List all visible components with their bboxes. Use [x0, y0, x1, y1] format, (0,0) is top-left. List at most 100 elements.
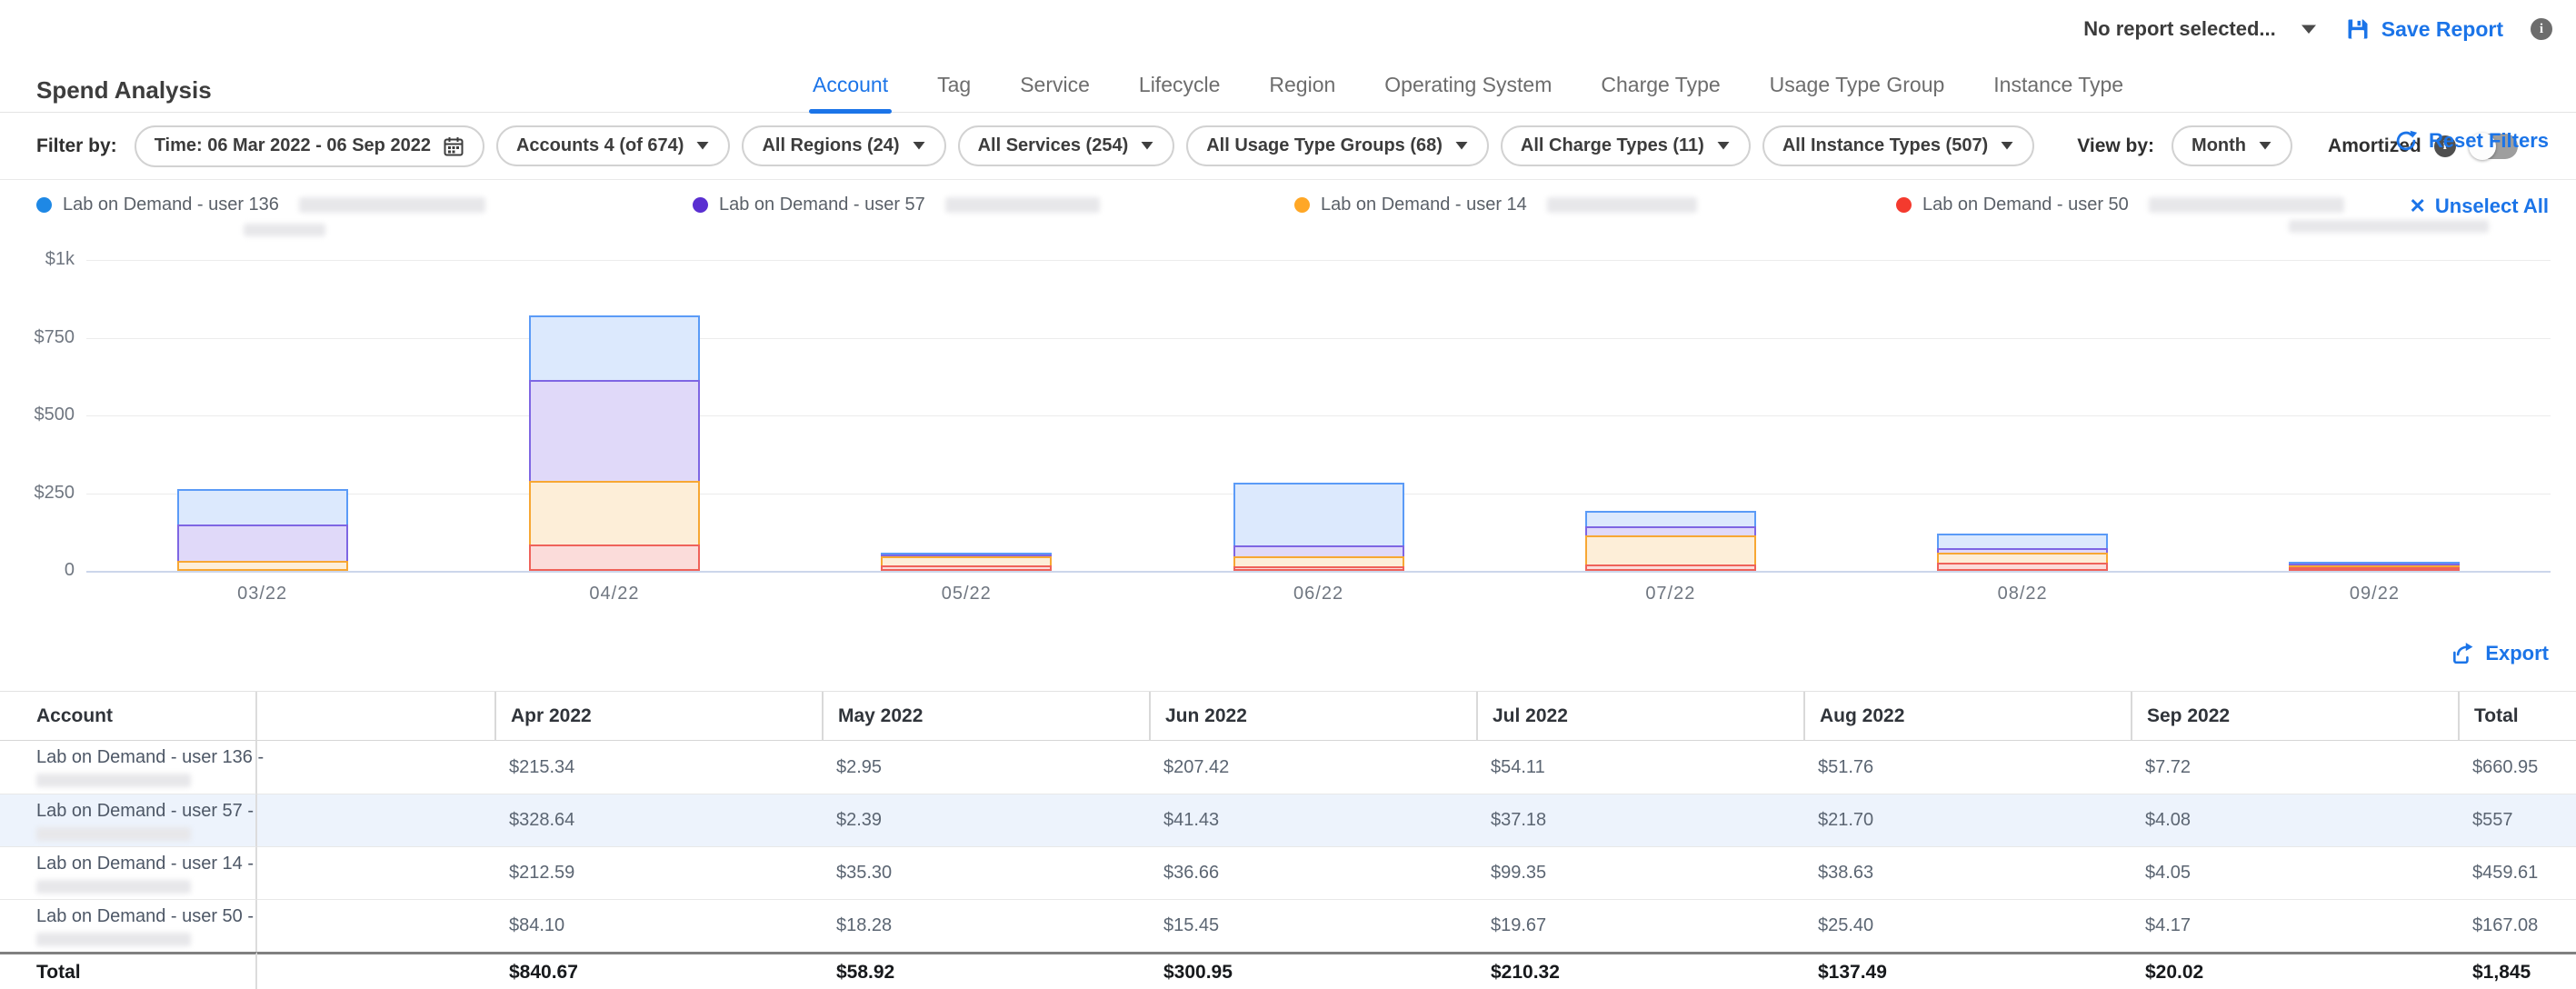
tab-usage-type-group[interactable]: Usage Type Group	[1766, 73, 1949, 112]
value-cell: $215.34	[494, 741, 822, 794]
filter-pill-label: All Usage Type Groups (68)	[1206, 135, 1443, 156]
total-value-cell: $1,845	[2458, 952, 2576, 989]
table-header-sep-2022: Sep 2022	[2131, 692, 2458, 741]
redacted-text	[945, 197, 1100, 213]
tab-service[interactable]: Service	[1016, 73, 1093, 112]
bar-segment-03-22-lab-on-demand-user-136[interactable]	[177, 489, 348, 527]
calendar-icon	[443, 135, 464, 157]
legend-item-lab-on-demand-user-50[interactable]: Lab on Demand - user 50	[1896, 195, 2344, 215]
value-cell: $19.67	[1476, 899, 1803, 952]
y-axis-tick-label: $1k	[0, 249, 75, 270]
bar-segment-03-22-lab-on-demand-user-14[interactable]	[177, 561, 348, 571]
total-value-cell	[257, 952, 494, 989]
account-cell: Lab on Demand - user 136 -	[0, 741, 257, 794]
chevron-down-icon	[2258, 141, 2272, 151]
bar-segment-09-22-lab-on-demand-user-50[interactable]	[2289, 567, 2460, 571]
chevron-down-icon	[1716, 141, 1731, 151]
time-filter-pill[interactable]: Time: 06 Mar 2022 - 06 Sep 2022	[135, 125, 484, 167]
tab-operating-system[interactable]: Operating System	[1381, 73, 1555, 112]
filter-pill-accounts-4[interactable]: Accounts 4 (of 674)	[496, 125, 730, 166]
filter-pill-all-instance-types[interactable]: All Instance Types (507)	[1762, 125, 2034, 166]
reset-filters-label: Reset Filters	[2429, 129, 2549, 153]
bar-09-22	[2289, 562, 2460, 571]
bar-segment-04-22-lab-on-demand-user-50[interactable]	[529, 544, 700, 571]
tab-region[interactable]: Region	[1265, 73, 1339, 112]
table-header-total: Total	[2458, 692, 2576, 741]
account-name: Lab on Demand - user 14 -	[36, 854, 254, 874]
tab-tag[interactable]: Tag	[934, 73, 974, 112]
export-icon	[2451, 642, 2474, 665]
reset-filters-button[interactable]: Reset Filters	[2394, 129, 2549, 153]
value-cell: $99.35	[1476, 846, 1803, 899]
bar-segment-06-22-lab-on-demand-user-50[interactable]	[1233, 566, 1404, 571]
y-axis-tick-label: $500	[0, 405, 75, 425]
total-label-cell: Total	[0, 952, 257, 989]
table-header-aug-2022: Aug 2022	[1803, 692, 2131, 741]
bar-segment-04-22-lab-on-demand-user-57[interactable]	[529, 380, 700, 482]
value-cell: $4.17	[2131, 899, 2458, 952]
filter-pill-label: All Charge Types (11)	[1521, 135, 1704, 156]
redacted-text	[36, 774, 191, 787]
bar-segment-06-22-lab-on-demand-user-136[interactable]	[1233, 483, 1404, 547]
legend-item-lab-on-demand-user-136[interactable]: Lab on Demand - user 136	[36, 195, 485, 215]
time-filter-value: Time: 06 Mar 2022 - 06 Sep 2022	[155, 135, 431, 156]
value-cell	[257, 899, 494, 952]
table-header-jul-2022: Jul 2022	[1476, 692, 1803, 741]
unselect-all-button[interactable]: ✕ Unselect All	[2409, 195, 2549, 218]
bar-segment-04-22-lab-on-demand-user-14[interactable]	[529, 481, 700, 547]
value-cell: $212.59	[494, 846, 822, 899]
legend-item-lab-on-demand-user-57[interactable]: Lab on Demand - user 57	[693, 195, 1100, 215]
filter-pill-all-usage-type-groups[interactable]: All Usage Type Groups (68)	[1186, 125, 1489, 166]
tab-instance-type[interactable]: Instance Type	[1990, 73, 2127, 112]
page-title: Spend Analysis	[36, 76, 212, 105]
chevron-down-icon	[1454, 141, 1469, 151]
table-header-may-2022: May 2022	[822, 692, 1149, 741]
bar-segment-03-22-lab-on-demand-user-57[interactable]	[177, 524, 348, 563]
table-header-spacer	[257, 692, 494, 741]
tab-lifecycle[interactable]: Lifecycle	[1135, 73, 1223, 112]
filter-pill-label: All Instance Types (507)	[1782, 135, 1988, 156]
redacted-text	[2289, 220, 2489, 233]
view-by-dropdown[interactable]: Month	[2172, 125, 2292, 166]
x-axis-tick-label: 08/22	[1959, 584, 2086, 604]
value-cell: $38.63	[1803, 846, 2131, 899]
legend-item-lab-on-demand-user-14[interactable]: Lab on Demand - user 14	[1294, 195, 1697, 215]
spend-chart: $1k$750$500$250003/2204/2205/2206/2207/2…	[0, 244, 2576, 634]
bar-segment-05-22-lab-on-demand-user-50[interactable]	[881, 565, 1052, 571]
redacted-text	[36, 880, 191, 894]
value-cell: $7.72	[2131, 741, 2458, 794]
refresh-icon	[2394, 129, 2418, 153]
total-value-cell: $210.32	[1476, 952, 1803, 989]
value-cell: $459.61	[2458, 846, 2576, 899]
bar-segment-04-22-lab-on-demand-user-136[interactable]	[529, 315, 700, 383]
value-cell: $15.45	[1149, 899, 1476, 952]
redacted-text	[36, 933, 191, 946]
filter-pill-all-regions[interactable]: All Regions (24)	[742, 125, 945, 166]
filter-pill-all-charge-types[interactable]: All Charge Types (11)	[1501, 125, 1751, 166]
filter-pill-all-services[interactable]: All Services (254)	[958, 125, 1175, 166]
redacted-text	[244, 224, 325, 236]
bar-06-22	[1233, 483, 1404, 571]
tab-charge-type[interactable]: Charge Type	[1597, 73, 1723, 112]
x-axis-tick-label: 05/22	[903, 584, 1030, 604]
y-axis-tick-label: $250	[0, 483, 75, 504]
legend-label: Lab on Demand - user 50	[1922, 195, 2129, 215]
chevron-down-icon	[2000, 141, 2014, 151]
bar-segment-08-22-lab-on-demand-user-50[interactable]	[1937, 563, 2108, 571]
bar-segment-07-22-lab-on-demand-user-14[interactable]	[1585, 535, 1756, 566]
value-cell: $37.18	[1476, 794, 1803, 846]
redacted-text	[36, 827, 191, 841]
x-axis-tick-label: 06/22	[1255, 584, 1383, 604]
account-cell: Lab on Demand - user 50 -	[0, 899, 257, 952]
tab-account[interactable]: Account	[809, 73, 892, 112]
total-value-cell: $840.67	[494, 952, 822, 989]
spend-analysis-app: No report selected... Save Report i Spen…	[0, 0, 2576, 989]
x-axis-tick-label: 03/22	[199, 584, 326, 604]
bar-segment-07-22-lab-on-demand-user-50[interactable]	[1585, 564, 1756, 571]
value-cell: $167.08	[2458, 899, 2576, 952]
x-axis-tick-label: 07/22	[1607, 584, 1734, 604]
export-button[interactable]: Export	[2451, 642, 2549, 665]
value-cell	[257, 794, 494, 846]
legend-dot-icon	[1896, 197, 1912, 213]
value-cell: $41.43	[1149, 794, 1476, 846]
